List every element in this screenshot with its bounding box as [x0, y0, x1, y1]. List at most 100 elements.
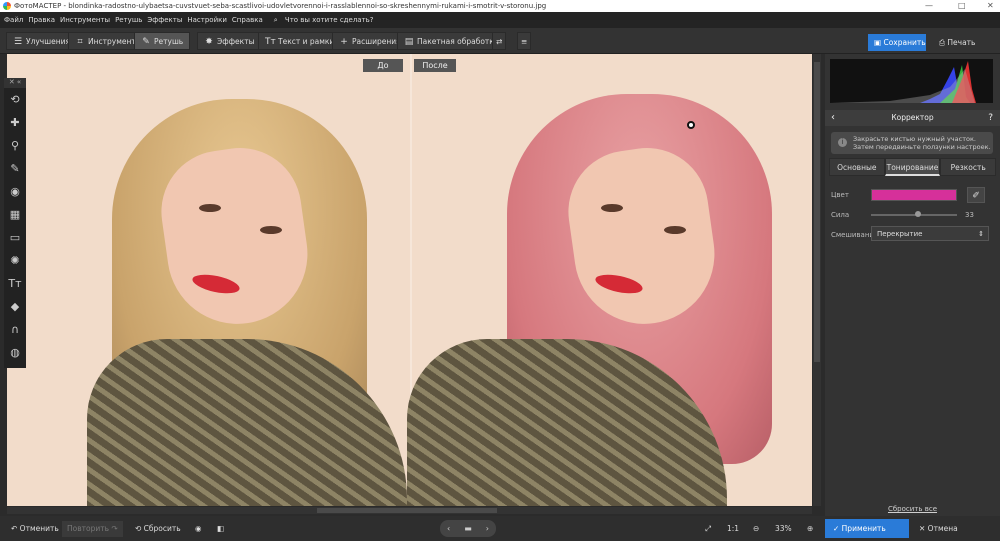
tab-label: Эффекты [217, 37, 255, 46]
blend-select[interactable]: Перекрытие ⇕ [871, 226, 989, 241]
radial-filter-icon[interactable]: ◉ [4, 180, 26, 203]
tab-toning[interactable]: Тонирование [884, 158, 941, 176]
plus-icon: + [340, 37, 348, 47]
reset-all-link[interactable]: Сбросить все [825, 505, 1000, 513]
cancel-icon: ✕ [919, 524, 928, 533]
tab-sharpness[interactable]: Резкость [940, 158, 997, 176]
save-button[interactable]: ▣ Сохранить [868, 34, 926, 51]
patch-tool-icon[interactable]: ✚ [4, 111, 26, 134]
panel-header: ‹ Корректор ? [825, 110, 1000, 126]
before-eye [199, 204, 221, 212]
strength-slider-handle[interactable] [915, 211, 921, 217]
hint-box: i Закрасьте кистью нужный участок. Затем… [831, 132, 993, 154]
tab-enhance[interactable]: ☰ Улучшения [6, 32, 78, 50]
vertical-scrollbar[interactable] [813, 54, 821, 506]
brush-icon: ✎ [142, 37, 150, 47]
next-image-icon[interactable]: › [486, 520, 489, 537]
cancel-button[interactable]: ✕ Отмена [914, 521, 963, 537]
history-button[interactable]: ≡ [517, 32, 532, 50]
compare-button[interactable]: ⇄ [492, 32, 507, 50]
menu-file[interactable]: Файл [4, 12, 23, 28]
tab-text-frames[interactable]: Tт Текст и рамки [258, 32, 342, 50]
tab-label: Улучшения [26, 37, 71, 46]
menu-edit[interactable]: Правка [28, 12, 55, 28]
wand-icon: ✸ [205, 37, 213, 47]
stamp-tool-icon[interactable]: ⚲ [4, 134, 26, 157]
after-label: После [414, 59, 456, 72]
preview-eye-icon[interactable]: ◉ [190, 521, 207, 537]
title-bar: ФотоМАСТЕР - blondinka-radostno-ulybaets… [0, 0, 1000, 12]
photo-canvas[interactable]: До После [7, 54, 812, 506]
text-icon: Tт [265, 37, 276, 47]
redo-button[interactable]: Повторить ↷ [62, 521, 123, 537]
print-label: Печать [947, 38, 976, 47]
collapse-icon[interactable]: ✕ « [4, 78, 26, 88]
text-tool-icon[interactable]: Tт [4, 272, 26, 295]
strength-value: 33 [965, 211, 974, 219]
search-placeholder: Что вы хотите сделать? [284, 16, 374, 24]
batch-processing-button[interactable]: ▤ Пакетная обработка [397, 32, 506, 50]
light-icon[interactable]: ✺ [4, 249, 26, 272]
horizontal-scroll-thumb[interactable] [317, 508, 497, 513]
tab-retouch[interactable]: ✎ Ретушь [134, 32, 191, 50]
folder-icon[interactable]: ▬ [464, 520, 472, 537]
menu-settings[interactable]: Настройки [187, 12, 227, 28]
magnet-icon[interactable]: ∩ [4, 318, 26, 341]
maximize-button[interactable]: □ [958, 0, 966, 12]
reset-label: Сбросить [143, 524, 181, 533]
main-toolbar: ☰ Улучшения ⌗ Инструменты ✎ Ретушь ✸ Эффекты… [0, 28, 1000, 54]
fit-screen-icon[interactable]: ⤢ [700, 521, 716, 537]
brush-tool-icon[interactable]: ✎ [4, 157, 26, 180]
tab-effects[interactable]: ✸ Эффекты [197, 32, 262, 50]
actual-size-button[interactable]: 1:1 [722, 521, 744, 537]
prev-image-icon[interactable]: ‹ [447, 520, 450, 537]
bottom-bar: ↶ Отменить Повторить ↷ ⟲ Сбросить ◉ ◧ ‹ … [0, 516, 1000, 541]
globe-icon[interactable]: ◍ [4, 341, 26, 364]
vignette-icon[interactable]: ▭ [4, 226, 26, 249]
split-view-icon[interactable]: ◧ [212, 521, 229, 537]
gradient-filter-icon[interactable]: ▦ [4, 203, 26, 226]
menu-bar: Файл Правка Инструменты Ретушь Эффекты Н… [0, 12, 1000, 28]
zoom-in-icon[interactable]: ⊕ [802, 521, 818, 537]
command-search[interactable]: ⌕ Что вы хотите сделать? [274, 12, 379, 28]
histogram-graph [830, 61, 976, 103]
back-arrow-icon[interactable]: ‹ [831, 110, 835, 126]
menu-tools[interactable]: Инструменты [60, 12, 110, 28]
horizontal-scrollbar[interactable] [7, 507, 812, 514]
undo-button[interactable]: ↶ Отменить [6, 521, 64, 537]
menu-retouch[interactable]: Ретушь [115, 12, 142, 28]
vertical-scroll-thumb[interactable] [814, 62, 820, 362]
eyedropper-icon[interactable]: ✐ [967, 187, 985, 203]
minimize-button[interactable]: — [925, 0, 933, 12]
image-navigator: ‹ ▬ › [440, 520, 496, 537]
help-icon[interactable]: ? [988, 110, 993, 126]
close-window-button[interactable]: ✕ [987, 0, 994, 12]
menu-help[interactable]: Справка [232, 12, 263, 28]
history-icon: ≡ [521, 37, 528, 46]
zoom-level: 33% [775, 524, 792, 533]
print-button[interactable]: ⎙ Печать [935, 34, 993, 51]
hint-line-2: Затем передвиньте ползунки настроек. [853, 143, 991, 151]
tab-label: Расширения [352, 37, 401, 46]
strength-slider[interactable] [871, 211, 957, 217]
zoom-out-icon[interactable]: ⊖ [748, 521, 764, 537]
save-label: Сохранить [883, 38, 926, 47]
apply-button[interactable]: ✓ Применить [825, 519, 909, 538]
batch-label: Пакетная обработка [417, 37, 499, 46]
fill-icon[interactable]: ◆ [4, 295, 26, 318]
reset-button[interactable]: ⟲ Сбросить [130, 521, 186, 537]
after-eye [664, 226, 686, 234]
restore-tool-icon[interactable]: ⟲ [4, 88, 26, 111]
tab-basic[interactable]: Основные [829, 158, 885, 176]
menu-effects[interactable]: Эффекты [147, 12, 182, 28]
redo-icon: ↷ [109, 524, 118, 533]
color-swatch[interactable] [871, 189, 957, 201]
crop-icon: ⌗ [77, 37, 83, 47]
strength-label: Сила [831, 211, 850, 219]
search-icon: ⌕ [273, 16, 280, 24]
panel-title: Корректор [891, 113, 934, 122]
before-label: До [363, 59, 403, 72]
apply-label: Применить [841, 524, 886, 533]
redo-label: Повторить [67, 524, 110, 533]
app-logo-icon [3, 2, 11, 10]
